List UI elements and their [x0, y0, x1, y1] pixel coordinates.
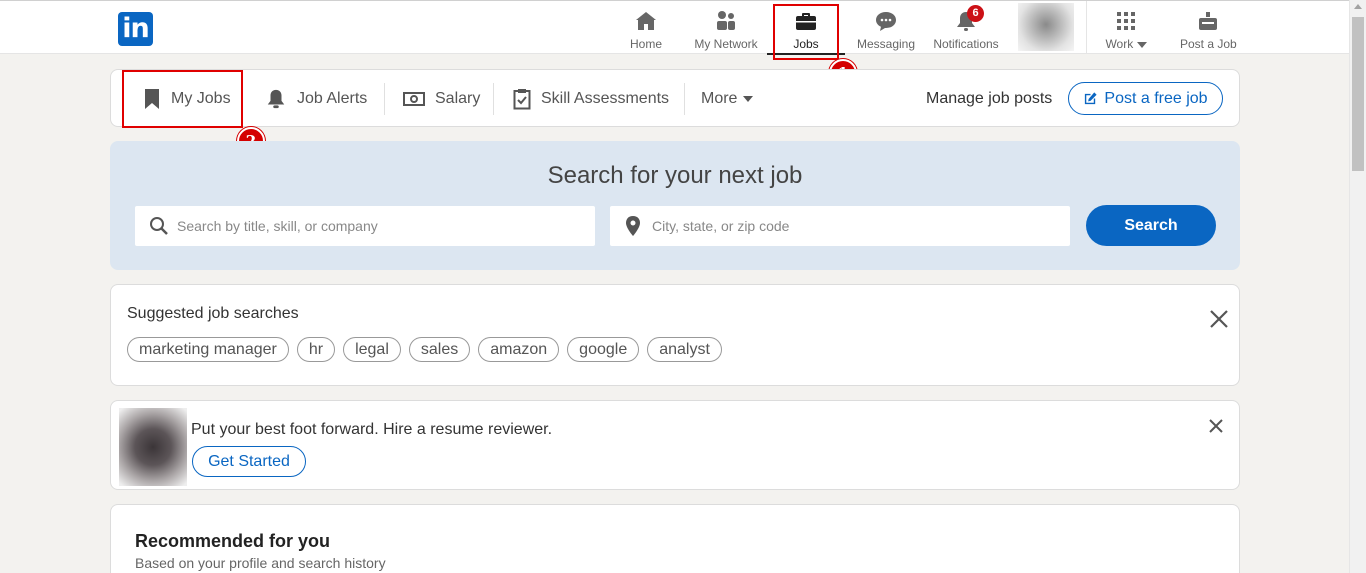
suggestion-chip[interactable]: analyst	[647, 337, 722, 362]
nav-work-label: Work	[1102, 37, 1150, 51]
profile-avatar[interactable]	[1018, 3, 1074, 51]
edit-icon	[1085, 92, 1097, 105]
location-placeholder: City, state, or zip code	[652, 218, 790, 234]
skill-assessments-link[interactable]: Skill Assessments	[513, 70, 669, 128]
post-free-job-label: Post a free job	[1104, 89, 1208, 107]
more-label: More	[701, 90, 738, 107]
chevron-down-icon	[743, 96, 754, 102]
search-button[interactable]: Search	[1086, 205, 1216, 246]
annotation-box-jobs	[773, 4, 839, 60]
top-navigation-bar: in Home My Network Jobs Messaging 6 Noti…	[0, 0, 1349, 55]
nav-post-a-job[interactable]: Post a Job	[1180, 1, 1237, 55]
suggested-searches-title: Suggested job searches	[127, 305, 299, 322]
notification-count-badge: 6	[967, 5, 984, 22]
promo-image	[119, 408, 187, 486]
skill-assessments-label: Skill Assessments	[541, 90, 670, 107]
search-heading: Search for your next job	[547, 162, 803, 189]
map-pin-icon	[626, 216, 640, 236]
promo-text: Put your best foot forward. Hire a resum…	[191, 421, 553, 438]
chevron-down-icon	[1136, 41, 1147, 48]
job-alerts-label: Job Alerts	[297, 90, 368, 107]
post-free-job-button[interactable]: Post a free job	[1068, 82, 1223, 115]
linkedin-logo[interactable]: in	[118, 12, 153, 46]
subnav-divider	[684, 83, 685, 115]
location-search-input[interactable]: City, state, or zip code	[610, 206, 1070, 246]
nav-notifications-label: Notifications	[933, 37, 999, 51]
post-job-icon	[1198, 12, 1217, 30]
recommended-jobs-card: Recommended for you Based on your profil…	[110, 504, 1240, 573]
suggestion-chip[interactable]: sales	[408, 337, 471, 362]
recommended-title: Recommended for you	[135, 531, 331, 551]
job-alerts-link[interactable]: Job Alerts	[265, 70, 367, 128]
grid-icon	[1117, 12, 1135, 30]
suggested-searches-card: Suggested job searches marketing manager…	[110, 284, 1240, 386]
close-icon[interactable]	[1209, 309, 1229, 329]
manage-job-posts-link[interactable]: Manage job posts	[926, 70, 1052, 128]
keyword-search-input[interactable]: Search by title, skill, or company	[135, 206, 595, 246]
get-started-button[interactable]: Get Started	[192, 446, 306, 477]
nav-home-label: Home	[629, 37, 662, 51]
suggestion-chip[interactable]: google	[567, 337, 640, 362]
manage-job-posts-label: Manage job posts	[926, 90, 1053, 107]
nav-notifications[interactable]: 6 Notifications	[931, 1, 1001, 55]
clipboard-check-icon	[513, 89, 531, 110]
network-icon	[717, 11, 735, 30]
nav-home[interactable]: Home	[626, 1, 666, 55]
suggestion-chip[interactable]: marketing manager	[127, 337, 289, 362]
home-icon	[636, 12, 656, 30]
suggestion-chip[interactable]: hr	[296, 337, 336, 362]
search-icon	[150, 217, 168, 235]
nav-my-network-label: My Network	[694, 37, 758, 51]
money-icon	[403, 92, 425, 106]
subnav-divider	[493, 83, 494, 115]
nav-messaging-label: Messaging	[856, 37, 916, 51]
chat-icon	[876, 12, 896, 31]
nav-divider	[1086, 1, 1087, 53]
jobs-subnav-card: My Jobs Job Alerts Salary Skill Assessme…	[110, 69, 1240, 127]
nav-post-a-job-label: Post a Job	[1180, 37, 1237, 51]
scroll-up-arrow-icon[interactable]	[1354, 4, 1362, 9]
scrollbar-thumb[interactable]	[1352, 17, 1364, 171]
resume-reviewer-promo-card: Put your best foot forward. Hire a resum…	[110, 400, 1240, 490]
suggested-chips: marketing manager hr legal sales amazon …	[127, 337, 722, 362]
salary-label: Salary	[435, 90, 481, 107]
more-dropdown[interactable]: More	[701, 70, 754, 128]
subnav-divider	[384, 83, 385, 115]
bell-icon	[267, 89, 285, 109]
close-icon[interactable]	[1209, 419, 1223, 433]
annotation-box-my-jobs	[122, 70, 243, 128]
suggestion-chip[interactable]: legal	[343, 337, 401, 362]
recommended-subtitle: Based on your profile and search history	[135, 555, 386, 571]
nav-messaging[interactable]: Messaging	[856, 1, 916, 55]
nav-my-network[interactable]: My Network	[692, 1, 760, 55]
keyword-placeholder: Search by title, skill, or company	[177, 218, 378, 234]
salary-link[interactable]: Salary	[403, 70, 480, 128]
job-search-card: Search for your next job Search by title…	[110, 141, 1240, 270]
page-scrollbar[interactable]	[1349, 0, 1366, 573]
suggestion-chip[interactable]: amazon	[478, 337, 560, 362]
nav-work[interactable]: Work	[1102, 1, 1150, 55]
